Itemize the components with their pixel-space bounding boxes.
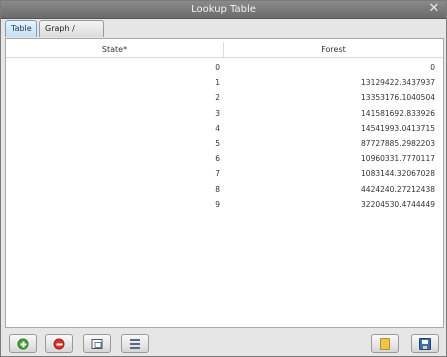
- list-button[interactable]: [121, 334, 149, 353]
- table-row[interactable]: 2 13353176.1040504: [6, 90, 443, 105]
- table-header: State* Forest: [6, 42, 443, 58]
- table-row[interactable]: 9 32204530.4744449: [6, 197, 443, 212]
- forest-cell[interactable]: 13353176.1040504: [224, 90, 435, 105]
- forest-cell[interactable]: 1083144.32067028: [224, 166, 435, 181]
- table-row[interactable]: 3 141581692.833926: [6, 106, 443, 121]
- table-row[interactable]: 6 10960331.7770117: [6, 151, 443, 166]
- column-header-state[interactable]: State*: [6, 42, 224, 58]
- bottom-toolbar: [1, 331, 446, 356]
- close-icon[interactable]: ✕: [427, 2, 441, 16]
- open-file-button[interactable]: [371, 334, 399, 353]
- tab-graph-chart[interactable]: Graph / Chart: [39, 20, 104, 49]
- state-cell[interactable]: 5: [6, 136, 220, 151]
- forest-cell[interactable]: 0: [224, 60, 435, 75]
- forest-cell[interactable]: 4424240.27212438: [224, 182, 435, 197]
- state-cell[interactable]: 4: [6, 121, 220, 136]
- column-header-forest[interactable]: Forest: [224, 42, 443, 58]
- table-row[interactable]: 7 1083144.32067028: [6, 166, 443, 181]
- state-cell[interactable]: 8: [6, 182, 220, 197]
- table-row[interactable]: 8 4424240.27212438: [6, 182, 443, 197]
- add-icon: [17, 338, 29, 349]
- forest-cell[interactable]: 13129422.3437937: [224, 75, 435, 90]
- state-cell[interactable]: 1: [6, 75, 220, 90]
- forest-cell[interactable]: 87727885.2982203: [224, 136, 435, 151]
- forest-cell[interactable]: 14541993.0413715: [224, 121, 435, 136]
- forest-cell[interactable]: 32204530.4744449: [224, 197, 435, 212]
- list-icon: [130, 338, 140, 349]
- state-cell[interactable]: 3: [6, 106, 220, 121]
- table-panel: State* Forest 0 0 1 13129422.3437937 2 1…: [5, 38, 444, 328]
- forest-cell[interactable]: 141581692.833926: [224, 106, 435, 121]
- remove-row-button[interactable]: [45, 334, 73, 353]
- table-row[interactable]: 0 0: [6, 60, 443, 75]
- state-cell[interactable]: 2: [6, 90, 220, 105]
- table-body: 0 0 1 13129422.3437937 2 13353176.104050…: [6, 60, 443, 212]
- lookup-table-window: Lookup Table ✕ Table Graph / Chart State…: [0, 0, 447, 357]
- save-icon: [419, 337, 431, 350]
- fit-window-button[interactable]: [83, 334, 111, 353]
- table-row[interactable]: 5 87727885.2982203: [6, 136, 443, 151]
- forest-cell[interactable]: 10960331.7770117: [224, 151, 435, 166]
- table-row[interactable]: 1 13129422.3437937: [6, 75, 443, 90]
- title-bar[interactable]: Lookup Table ✕: [1, 1, 446, 19]
- save-button[interactable]: [411, 334, 439, 353]
- remove-icon: [53, 338, 65, 349]
- table-row[interactable]: 4 14541993.0413715: [6, 121, 443, 136]
- state-cell[interactable]: 7: [6, 166, 220, 181]
- tab-table[interactable]: Table: [5, 20, 37, 37]
- add-row-button[interactable]: [9, 334, 37, 353]
- state-cell[interactable]: 0: [6, 60, 220, 75]
- fit-window-icon: [91, 338, 103, 349]
- state-cell[interactable]: 9: [6, 197, 220, 212]
- open-file-icon: [380, 337, 390, 350]
- state-cell[interactable]: 6: [6, 151, 220, 166]
- window-title: Lookup Table: [191, 4, 256, 15]
